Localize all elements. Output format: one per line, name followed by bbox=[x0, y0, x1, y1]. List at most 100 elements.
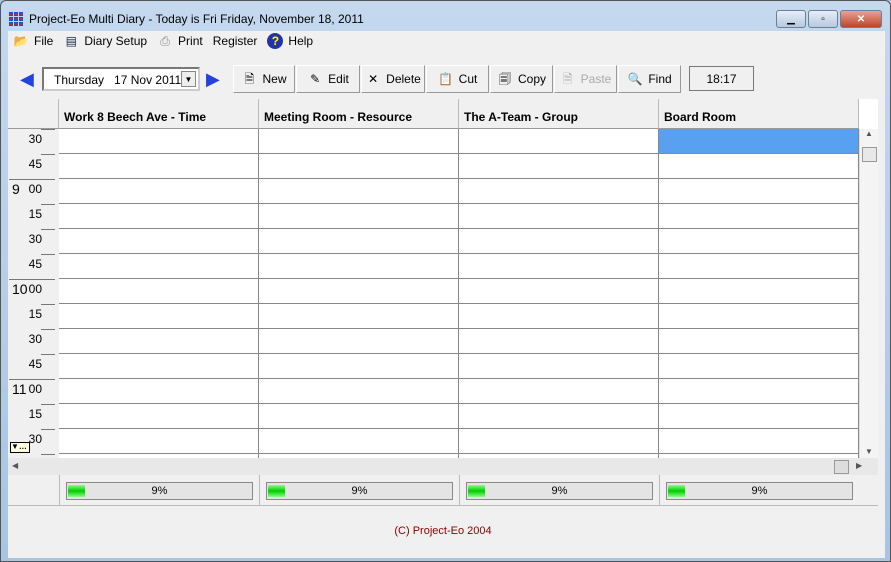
time-slot-cell[interactable] bbox=[259, 429, 458, 454]
time-slot-cell[interactable] bbox=[659, 429, 858, 454]
next-day-arrow-icon[interactable]: ▶ bbox=[206, 70, 220, 88]
copy-button[interactable]: 🗐 Copy bbox=[490, 65, 553, 93]
time-slot-cell[interactable] bbox=[659, 304, 858, 329]
find-button[interactable]: 🔍 Find bbox=[618, 65, 681, 93]
diary-column[interactable] bbox=[459, 129, 659, 458]
time-slot-cell[interactable] bbox=[459, 204, 658, 229]
time-slot-label: 45 bbox=[8, 354, 59, 379]
minimize-button[interactable]: ▁ bbox=[776, 10, 806, 28]
time-slot-cell[interactable] bbox=[59, 379, 258, 404]
more-indicator-icon[interactable]: ▼… bbox=[10, 442, 30, 453]
menu-help[interactable]: ? Help bbox=[264, 33, 316, 49]
time-slot-cell[interactable] bbox=[659, 204, 858, 229]
paste-button[interactable]: 🗎 Paste bbox=[554, 65, 617, 93]
time-slot-cell[interactable] bbox=[59, 154, 258, 179]
time-slot-cell[interactable] bbox=[459, 429, 658, 454]
diary-column[interactable] bbox=[59, 129, 259, 458]
time-slot-cell[interactable] bbox=[59, 404, 258, 429]
time-slot-cell[interactable] bbox=[259, 179, 458, 204]
cut-button[interactable]: 📋 Cut bbox=[426, 65, 489, 93]
app-icon bbox=[9, 12, 23, 26]
time-slot-cell[interactable] bbox=[259, 379, 458, 404]
diary-column[interactable] bbox=[659, 129, 859, 458]
time-slot-cell[interactable] bbox=[659, 379, 858, 404]
time-slot-cell[interactable] bbox=[259, 329, 458, 354]
new-document-icon: 🗎 bbox=[244, 72, 255, 86]
time-slot-cell[interactable] bbox=[59, 304, 258, 329]
time-slot-cell[interactable] bbox=[459, 279, 658, 304]
maximize-button[interactable]: ▫ bbox=[808, 10, 838, 28]
scroll-thumb[interactable] bbox=[862, 147, 877, 162]
time-slot-cell[interactable] bbox=[59, 354, 258, 379]
date-value: 17 Nov 2011 bbox=[114, 73, 182, 87]
time-slot-cell[interactable] bbox=[459, 254, 658, 279]
label: Copy bbox=[517, 72, 546, 86]
time-slot-cell[interactable] bbox=[659, 404, 858, 429]
time-slot-cell[interactable] bbox=[459, 304, 658, 329]
prev-day-arrow-icon[interactable]: ◀ bbox=[20, 70, 34, 88]
menu-register[interactable]: Register bbox=[210, 34, 261, 48]
time-slot-cell[interactable] bbox=[259, 404, 458, 429]
minute-label: 00 bbox=[28, 282, 42, 296]
delete-button[interactable]: ✕ Delete bbox=[361, 65, 425, 93]
menu-label: Print bbox=[178, 34, 203, 48]
column-header[interactable]: Meeting Room - Resource bbox=[259, 99, 459, 129]
time-slot-cell[interactable] bbox=[659, 154, 858, 179]
menu-diary-setup[interactable]: ▤ Diary Setup bbox=[60, 33, 150, 49]
time-slot-cell[interactable] bbox=[59, 279, 258, 304]
scroll-thumb[interactable] bbox=[834, 460, 849, 474]
close-button[interactable]: ✕ bbox=[840, 10, 882, 28]
chevron-down-icon[interactable]: ▼ bbox=[181, 71, 196, 87]
time-slot-cell[interactable] bbox=[659, 129, 858, 154]
time-slot-cell[interactable] bbox=[459, 404, 658, 429]
progress-fill bbox=[668, 485, 685, 497]
progress-label: 9% bbox=[551, 485, 568, 497]
time-slot-cell[interactable] bbox=[459, 129, 658, 154]
time-slot-cell[interactable] bbox=[259, 154, 458, 179]
time-slot-cell[interactable] bbox=[59, 429, 258, 454]
vertical-scrollbar[interactable]: ▲ ▼ bbox=[859, 129, 878, 458]
time-slot-cell[interactable] bbox=[459, 329, 658, 354]
menu-file[interactable]: 📂 File bbox=[10, 33, 56, 49]
minute-label: 15 bbox=[28, 307, 42, 321]
time-slot-cell[interactable] bbox=[259, 254, 458, 279]
menu-print[interactable]: ⎙ Print bbox=[154, 33, 206, 49]
time-slot-cell[interactable] bbox=[659, 229, 858, 254]
time-slot-cell[interactable] bbox=[259, 279, 458, 304]
time-slot-cell[interactable] bbox=[659, 279, 858, 304]
time-slot-cell[interactable] bbox=[59, 254, 258, 279]
time-slot-cell[interactable] bbox=[259, 204, 458, 229]
time-slot-cell[interactable] bbox=[59, 129, 258, 154]
minute-label: 30 bbox=[28, 132, 42, 146]
time-slot-cell[interactable] bbox=[459, 179, 658, 204]
time-slot-cell[interactable] bbox=[459, 154, 658, 179]
minute-label: 45 bbox=[28, 357, 42, 371]
time-slot-cell[interactable] bbox=[659, 354, 858, 379]
diary-column[interactable] bbox=[259, 129, 459, 458]
time-slot-cell[interactable] bbox=[259, 129, 458, 154]
column-header[interactable]: The A-Team - Group bbox=[459, 99, 659, 129]
time-slot-cell[interactable] bbox=[259, 354, 458, 379]
time-slot-cell[interactable] bbox=[659, 329, 858, 354]
time-slot-cell[interactable] bbox=[459, 229, 658, 254]
column-header[interactable]: Board Room bbox=[659, 99, 859, 129]
time-slot-cell[interactable] bbox=[659, 254, 858, 279]
minute-label: 15 bbox=[28, 407, 42, 421]
time-slot-label: 30 bbox=[8, 329, 59, 354]
edit-button[interactable]: ✎ Edit bbox=[296, 65, 360, 93]
time-slot-cell[interactable] bbox=[659, 179, 858, 204]
time-slot-cell[interactable] bbox=[59, 204, 258, 229]
time-slot-cell[interactable] bbox=[259, 229, 458, 254]
horizontal-scrollbar[interactable]: ◀ ▶ bbox=[8, 458, 878, 475]
menu-label: File bbox=[34, 34, 54, 48]
progress-bar: 9% bbox=[266, 482, 453, 500]
time-slot-cell[interactable] bbox=[259, 304, 458, 329]
time-slot-cell[interactable] bbox=[59, 329, 258, 354]
time-slot-cell[interactable] bbox=[59, 229, 258, 254]
column-header[interactable]: Work 8 Beech Ave - Time bbox=[59, 99, 259, 129]
time-slot-cell[interactable] bbox=[459, 379, 658, 404]
time-slot-cell[interactable] bbox=[459, 354, 658, 379]
time-slot-cell[interactable] bbox=[59, 179, 258, 204]
date-dropdown[interactable]: Thursday 17 Nov 2011 ▼ bbox=[42, 67, 200, 91]
new-button[interactable]: 🗎 New bbox=[233, 65, 295, 93]
